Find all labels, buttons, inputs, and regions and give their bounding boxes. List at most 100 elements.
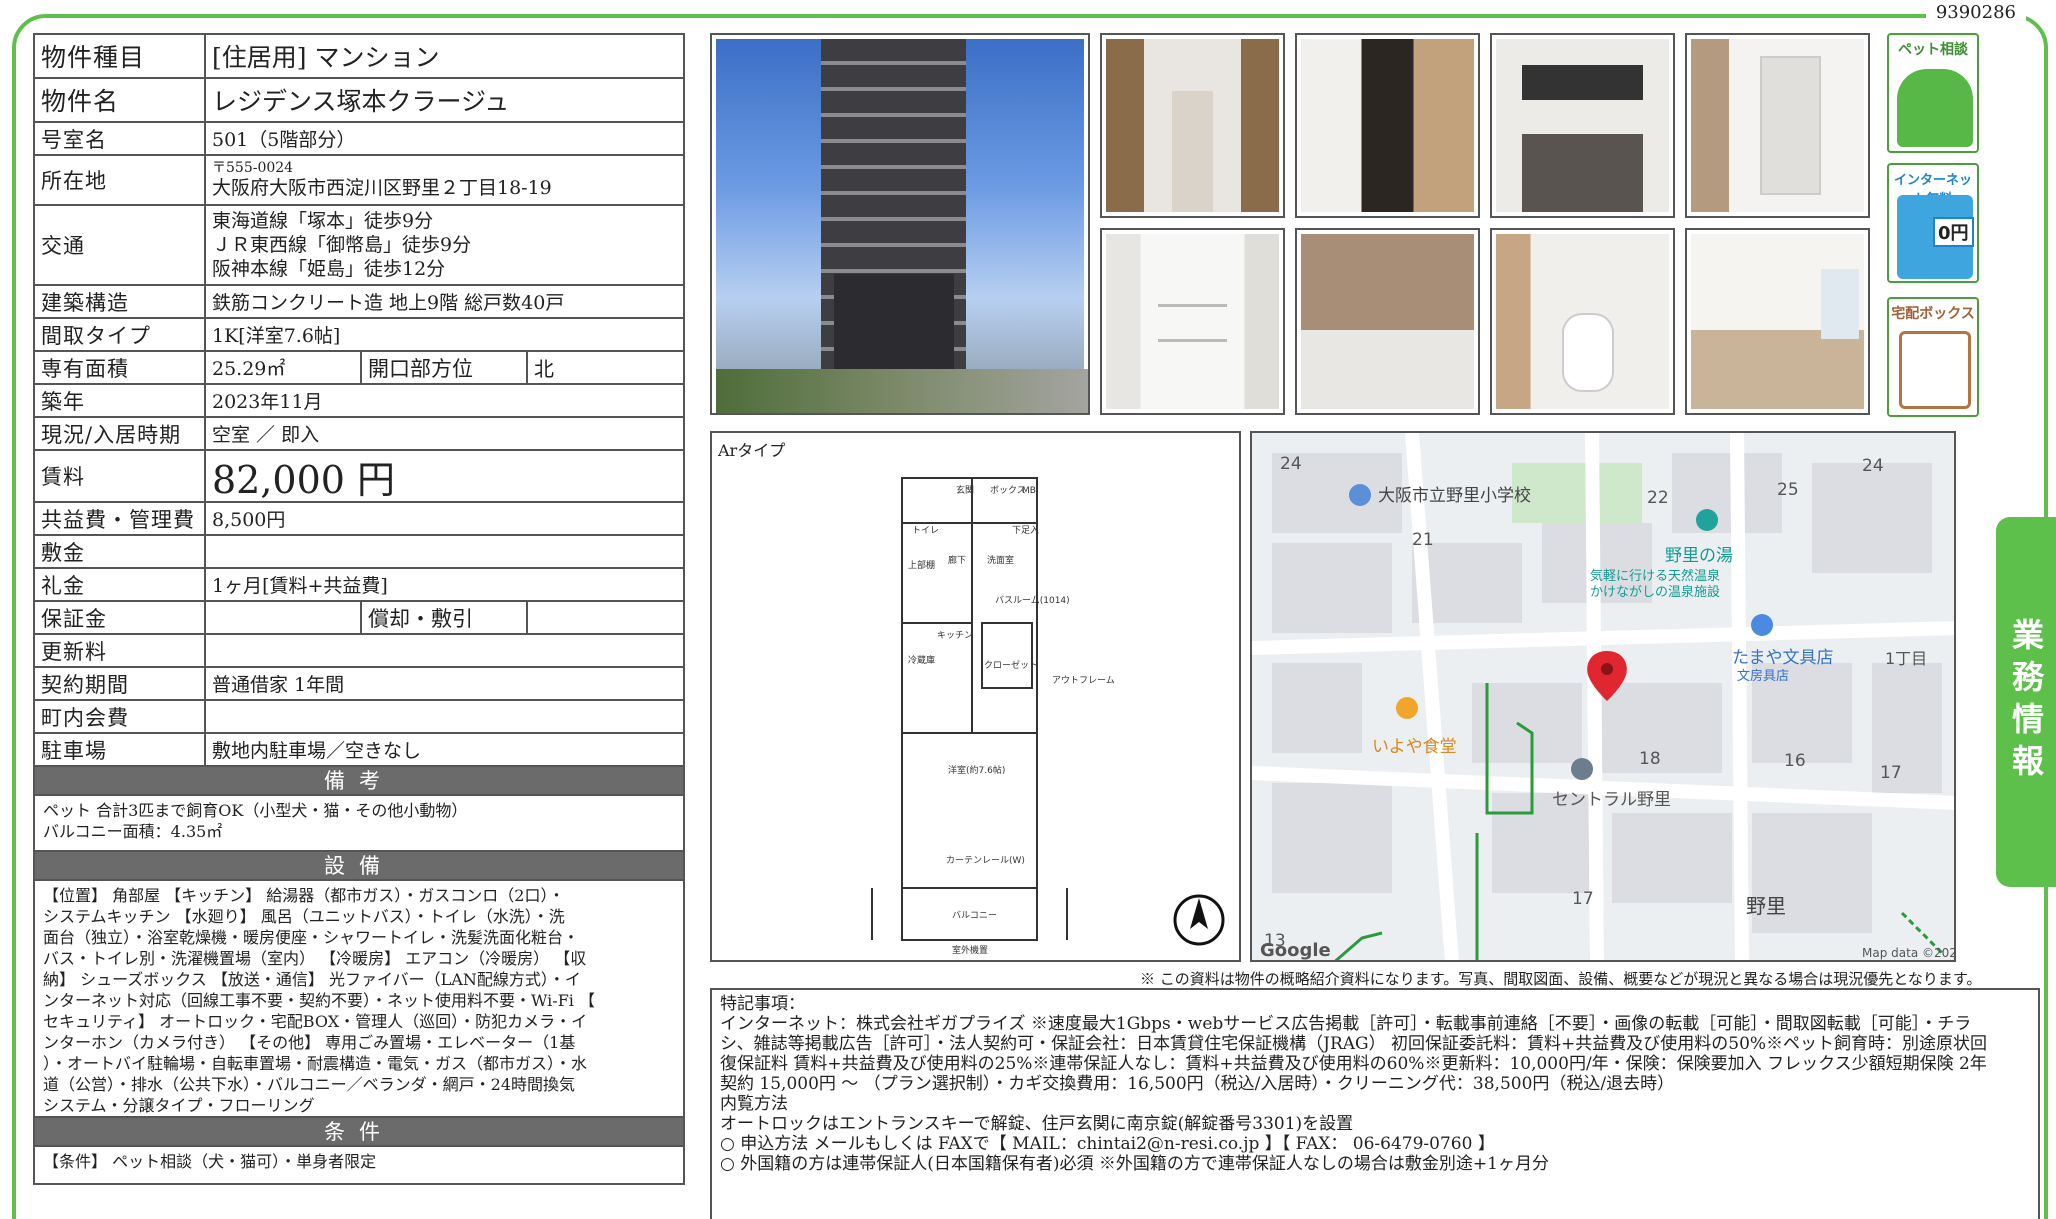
spec-row-key-money: 礼金 1ヶ月[賃料+共益費] [35, 569, 683, 602]
remarks-block: ペット 合計3匹まで飼育OK（小型犬・猫・その他小動物） バルコニー面積：4.3… [35, 796, 683, 852]
renewal-value [206, 635, 683, 666]
shoe-cabinet-photo [1295, 33, 1480, 218]
map-drawing: 24 22 25 24 21 18 16 17 17 13 大阪市立野里小学校 … [1252, 433, 1954, 960]
spec-row-rent: 賃料 82,000 円 [35, 451, 683, 503]
special-note-line: 復保証料 賃料+共益費及び使用料の25%※連帯保証人なし：賃料+共益費及び使用料… [720, 1054, 1987, 1074]
document-id: 9390286 [1925, 2, 2026, 23]
map-label-stationery: たまや文具店 [1732, 648, 1834, 668]
equipment-line: ンターネット対応（回線工事不要・契約不要）・ネット使用料不要・Wi-Fi 【 [43, 991, 595, 1010]
spec-row-deposit: 敷金 [35, 536, 683, 569]
washbasin-photo [1685, 33, 1870, 218]
plan-room-label: トイレ [912, 526, 939, 536]
address-zip: 〒555-0024 [212, 160, 294, 176]
spec-row-contract: 契約期間 普通借家 1年間 [35, 668, 683, 701]
spec-row-address: 所在地 〒555-0024 大阪府大阪市西淀川区野里２丁目18-19 [35, 156, 683, 206]
western-room-photo [1685, 228, 1870, 415]
spec-row-built: 築年 2023年11月 [35, 385, 683, 418]
property-spec-table: 物件種目 [住居用] マンション 物件名 レジデンス塚本クラージュ 号室名 50… [33, 33, 685, 1185]
traffic-label: 交通 [35, 206, 206, 284]
spec-row-room: 号室名 501（5階部分） [35, 123, 683, 156]
status-value: 空室 ／ 即入 [212, 424, 320, 446]
address-value: 〒555-0024 大阪府大阪市西淀川区野里２丁目18-19 [206, 156, 683, 204]
equipment-heading: 設備 [35, 852, 683, 881]
built-label: 築年 [35, 385, 206, 416]
special-note-line: 内覧方法 [720, 1094, 788, 1114]
area-value: 25.29㎡ [212, 358, 286, 380]
equipment-line: システム・分譲タイプ・フローリング [43, 1096, 315, 1115]
pet-badge: ペット相談 [1887, 33, 1979, 153]
built-value: 2023年11月 [212, 391, 323, 413]
spec-row-fee: 共益費・管理費 8,500円 [35, 503, 683, 536]
special-note-line: 契約 15,000円 〜 （プラン選択制）・カギ交換費用：16,500円（税込/… [720, 1074, 1675, 1094]
floor-plan-drawing: 玄関 ボックス MB トイレ 下足入 上部棚 廊下 洗面室 キッチン バスルーム… [871, 477, 1225, 956]
side-tab-business-info[interactable]: 業務情報 [1996, 517, 2056, 887]
special-note-line: ○ 外国籍の方は連帯保証人(日本国籍保有者)必須 ※外国籍の方で連帯保証人なしの… [720, 1154, 1549, 1174]
room-value: 501（5階部分） [212, 129, 356, 151]
spec-row-traffic: 交通 東海道線「塚本」徒歩9分 ＪＲ東西線「御幣島」徒歩9分 阪神本線「姫島」徒… [35, 206, 683, 286]
plan-room-label: 冷蔵庫 [908, 654, 935, 666]
map-block-number: 16 [1784, 751, 1806, 771]
equipment-line: ）・オートバイ駐輪場・自転車置場・耐震構造・電気・ガス（都市ガス）・水 [43, 1054, 588, 1073]
map-block-number: 18 [1639, 749, 1661, 769]
plan-room-label: キッチン [937, 630, 973, 641]
closet-photo [1100, 228, 1285, 415]
map-block-number: 22 [1647, 488, 1669, 508]
pet-icon [1897, 69, 1973, 147]
delivery-box-icon [1899, 331, 1971, 409]
layout-value: 1K[洋室7.6帖] [212, 325, 341, 347]
layout-label: 間取タイプ [35, 319, 206, 350]
plan-room-label: ボックス [990, 485, 1026, 496]
traffic-line: 阪神本線「姫島」徒歩12分 [212, 258, 446, 280]
remarks-heading: 備考 [35, 767, 683, 796]
traffic-line: 東海道線「塚本」徒歩9分 [212, 210, 434, 232]
traffic-value: 東海道線「塚本」徒歩9分 ＪＲ東西線「御幣島」徒歩9分 阪神本線「姫島」徒歩12… [206, 206, 683, 284]
kitchen-photo [1490, 33, 1675, 218]
conditions-heading: 条件 [35, 1118, 683, 1147]
spec-row-structure: 建築構造 鉄筋コンクリート造 地上9階 総戸数40戸 [35, 286, 683, 319]
name-label: 物件名 [35, 79, 206, 121]
plan-room-label: 廊下 [948, 554, 966, 566]
deposit-label: 敷金 [35, 536, 206, 567]
area-label: 専有面積 [35, 352, 206, 383]
north-compass-icon [1173, 894, 1225, 946]
location-map[interactable]: 24 22 25 24 21 18 16 17 17 13 大阪市立野里小学校 … [1250, 431, 1956, 962]
pet-badge-label: ペット相談 [1898, 42, 1968, 58]
contract-value: 普通借家 1年間 [212, 674, 345, 696]
floor-plan: Arタイプ 玄関 ボックス MB トイレ 下足入 上部棚 廊下 洗面室 キッチン… [710, 431, 1241, 962]
equipment-line: 道（公営）・排水（公共下水）・バルコニー／ベランダ・網戸・24時間換気 [43, 1075, 576, 1094]
special-notes-box: 特記事項： インターネット：株式会社ギガプライズ ※速度最大1Gbps・webサ… [710, 988, 2040, 1219]
equipment-line: 納】 シューズボックス 【放送・通信】 光ファイバー（LAN配線方式）・イ [43, 970, 581, 989]
equipment-line: ンターホン（カメラ付き） 【その他】 専用ごみ置場・エレベーター（1基 [43, 1033, 576, 1052]
map-block-number: 17 [1880, 763, 1902, 783]
map-block-number: 24 [1862, 456, 1884, 476]
map-label-restaurant: いよや食堂 [1372, 737, 1457, 757]
internet-badge: インターネット無料 0円 [1887, 163, 1979, 283]
plan-room-label: MB [1022, 486, 1036, 496]
key-money-value: 1ヶ月[賃料+共益費] [212, 575, 388, 597]
toilet-photo [1490, 228, 1675, 415]
restaurant-pin-icon [1396, 697, 1418, 719]
town-fee-label: 町内会費 [35, 701, 206, 732]
equipment-line: バス・トイレ別・洗濯機置場（室内） 【冷暖房】 エアコン（冷暖房） 【収 [43, 949, 587, 968]
special-note-line[interactable]: ○ 申込方法 メールもしくは FAXで【 MAIL：chintai2@n-res… [720, 1134, 2030, 1154]
delivery-box-badge: 宅配ボックス [1887, 297, 1979, 417]
spec-row-type: 物件種目 [住居用] マンション [35, 35, 683, 79]
delivery-box-label: 宅配ボックス [1891, 306, 1975, 322]
fee-value: 8,500円 [212, 509, 286, 531]
spec-row-area: 専有面積 25.29㎡ 開口部方位 北 [35, 352, 683, 385]
map-block-number: 17 [1572, 889, 1594, 909]
map-label-spa-sub1: 気軽に行ける天然温泉 [1590, 568, 1720, 584]
map-label-spa-sub2: かけながしの温泉施設 [1590, 584, 1720, 600]
remarks-line: バルコニー面積：4.35㎡ [43, 822, 223, 841]
plan-room-label: 下足入 [1012, 525, 1039, 536]
map-label-chome: 1丁目 [1885, 649, 1927, 668]
special-note-line: 特記事項： [720, 994, 805, 1014]
school-pin-icon [1349, 484, 1371, 506]
plan-room-label: 洗面室 [987, 554, 1014, 566]
contract-label: 契約期間 [35, 668, 206, 699]
plan-room-label: 玄関 [956, 484, 974, 496]
spec-row-status: 現況/入居時期 空室 ／ 即入 [35, 418, 683, 451]
rent-value: 82,000 円 [212, 457, 396, 502]
bathroom-photo [1295, 228, 1480, 415]
deposit-value [206, 536, 683, 567]
